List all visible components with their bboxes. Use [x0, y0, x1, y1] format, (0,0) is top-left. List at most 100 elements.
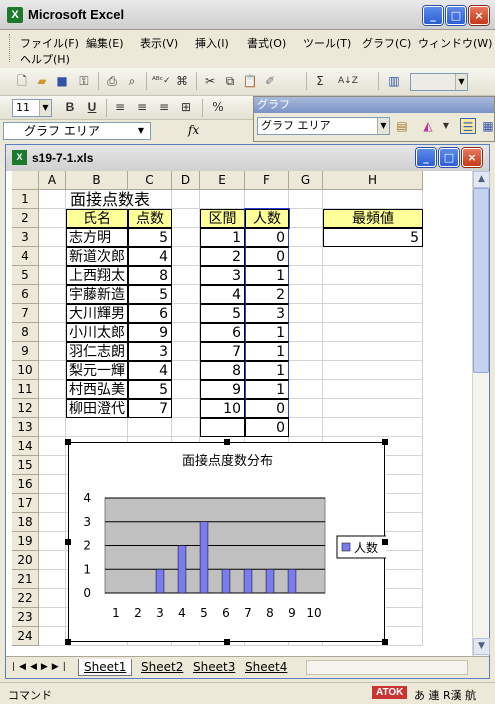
zoom-combo[interactable]: ▼: [410, 73, 468, 91]
bin-cell[interactable]: 3: [200, 266, 245, 285]
count-cell[interactable]: 1: [245, 361, 289, 380]
chart-object-select[interactable]: グラフ エリア ▼: [257, 117, 390, 135]
print-preview-icon[interactable]: ⌕: [124, 73, 140, 89]
name-box[interactable]: グラフ エリア ▼: [3, 122, 151, 140]
score-cell[interactable]: 9: [128, 323, 172, 342]
workbook-minimize-button[interactable]: _: [416, 148, 436, 167]
selection-handle[interactable]: [223, 639, 230, 645]
sort-ascending-icon[interactable]: A↓Z: [338, 73, 358, 89]
name-header-cell[interactable]: 氏名: [66, 209, 128, 228]
spelling-icon[interactable]: ᴬᴮᶜ✓: [152, 73, 171, 89]
mode-value-cell[interactable]: 5: [323, 228, 423, 247]
tab-sheet4[interactable]: Sheet4: [242, 659, 290, 676]
bin-cell[interactable]: 4: [200, 285, 245, 304]
row-header[interactable]: 11: [12, 380, 39, 399]
menu-chart[interactable]: グラフ(C): [362, 35, 411, 51]
name-cell[interactable]: 上西翔太: [66, 266, 128, 285]
row-header[interactable]: 2: [12, 209, 39, 228]
worksheet-grid[interactable]: A B C D E F G H 1 2 3 4 5 6 7 8 9 10 11 12 13 14 15 16 17 18 19 20 2…: [12, 171, 472, 656]
align-right-icon[interactable]: ≡: [156, 99, 172, 115]
count-header-cell[interactable]: 人数: [244, 208, 290, 229]
workbook-close-button[interactable]: ×: [462, 148, 482, 167]
count-cell[interactable]: 1: [245, 380, 289, 399]
row-header[interactable]: 3: [12, 228, 39, 247]
scroll-up-icon[interactable]: ▲: [473, 171, 490, 188]
bin-cell[interactable]: 8: [200, 361, 245, 380]
count-cell[interactable]: 1: [245, 266, 289, 285]
bin-cell[interactable]: 5: [200, 304, 245, 323]
name-cell[interactable]: 柳田澄代: [66, 399, 128, 418]
score-cell[interactable]: 5: [128, 285, 172, 304]
chevron-down-icon[interactable]: ▼: [438, 118, 454, 134]
row-header[interactable]: 12: [12, 399, 39, 418]
row-header[interactable]: 1: [12, 190, 39, 209]
row-header[interactable]: 19: [12, 532, 39, 551]
permission-icon[interactable]: ⚿: [76, 73, 92, 89]
align-left-icon[interactable]: ≡: [112, 99, 128, 115]
format-chart-area-icon[interactable]: ▤: [394, 118, 410, 134]
row-header[interactable]: 10: [12, 361, 39, 380]
ime-modes[interactable]: あ 連 R漢 航: [414, 687, 476, 703]
row-header[interactable]: 20: [12, 551, 39, 570]
row-header[interactable]: 7: [12, 304, 39, 323]
score-cell[interactable]: 5: [128, 380, 172, 399]
column-header[interactable]: C: [128, 171, 172, 190]
print-icon[interactable]: ⎙: [104, 73, 120, 89]
scroll-thumb[interactable]: [473, 188, 489, 373]
percent-button[interactable]: %: [210, 99, 226, 115]
cut-icon[interactable]: ✂: [202, 73, 218, 89]
underline-button[interactable]: U: [84, 99, 100, 115]
score-cell[interactable]: 5: [128, 228, 172, 247]
paste-icon[interactable]: 📋: [242, 73, 258, 89]
score-cell[interactable]: 4: [128, 361, 172, 380]
toolbar-grip[interactable]: [9, 34, 12, 62]
close-button[interactable]: ×: [469, 6, 489, 25]
legend-icon[interactable]: ☰: [460, 118, 476, 134]
row-header[interactable]: 18: [12, 513, 39, 532]
column-header[interactable]: F: [245, 171, 289, 190]
name-cell[interactable]: 小川太郎: [66, 323, 128, 342]
row-header[interactable]: 13: [12, 418, 39, 437]
table-title[interactable]: 面接点数表: [70, 190, 150, 209]
column-header[interactable]: H: [323, 171, 423, 190]
selection-handle[interactable]: [65, 439, 71, 445]
name-cell[interactable]: 志方明: [66, 228, 128, 247]
column-header[interactable]: E: [200, 171, 245, 190]
vertical-scrollbar[interactable]: ▲ ▼: [472, 171, 490, 656]
tab-sheet2[interactable]: Sheet2: [138, 659, 186, 676]
selection-handle[interactable]: [223, 439, 230, 445]
row-header[interactable]: 14: [12, 437, 39, 456]
count-cell[interactable]: 1: [245, 323, 289, 342]
tab-nav-buttons[interactable]: |◀◀▶▶|: [12, 659, 70, 676]
bin-header-cell[interactable]: 区間: [200, 209, 245, 228]
chart-type-icon[interactable]: ◭: [420, 118, 436, 134]
count-cell[interactable]: 3: [245, 304, 289, 323]
row-header[interactable]: 21: [12, 570, 39, 589]
row-header[interactable]: 23: [12, 608, 39, 627]
font-size-select[interactable]: 11 ▼: [12, 99, 52, 117]
column-header[interactable]: G: [289, 171, 323, 190]
name-cell[interactable]: 宇藤新造: [66, 285, 128, 304]
row-header[interactable]: 5: [12, 266, 39, 285]
bold-button[interactable]: B: [62, 99, 78, 115]
score-cell[interactable]: 3: [128, 342, 172, 361]
row-header[interactable]: 22: [12, 589, 39, 608]
row-header[interactable]: 15: [12, 456, 39, 475]
count-cell[interactable]: 0: [245, 247, 289, 266]
menu-file[interactable]: ファイル(F): [20, 35, 79, 51]
select-all-corner[interactable]: [12, 171, 39, 190]
selection-handle[interactable]: [382, 539, 388, 545]
bin-cell[interactable]: 6: [200, 323, 245, 342]
chart-wizard-icon[interactable]: ▥: [386, 73, 402, 89]
selection-handle[interactable]: [382, 639, 388, 645]
menu-view[interactable]: 表示(V): [140, 35, 178, 51]
score-cell[interactable]: 4: [128, 247, 172, 266]
count-cell[interactable]: 0: [245, 399, 289, 418]
score-cell[interactable]: 6: [128, 304, 172, 323]
menu-window[interactable]: ウィンドウ(W): [418, 35, 492, 51]
row-header[interactable]: 9: [12, 342, 39, 361]
menu-insert[interactable]: 挿入(I): [195, 35, 229, 51]
minimize-button[interactable]: _: [423, 6, 443, 25]
scroll-down-icon[interactable]: ▼: [473, 638, 490, 655]
score-header-cell[interactable]: 点数: [128, 209, 172, 228]
